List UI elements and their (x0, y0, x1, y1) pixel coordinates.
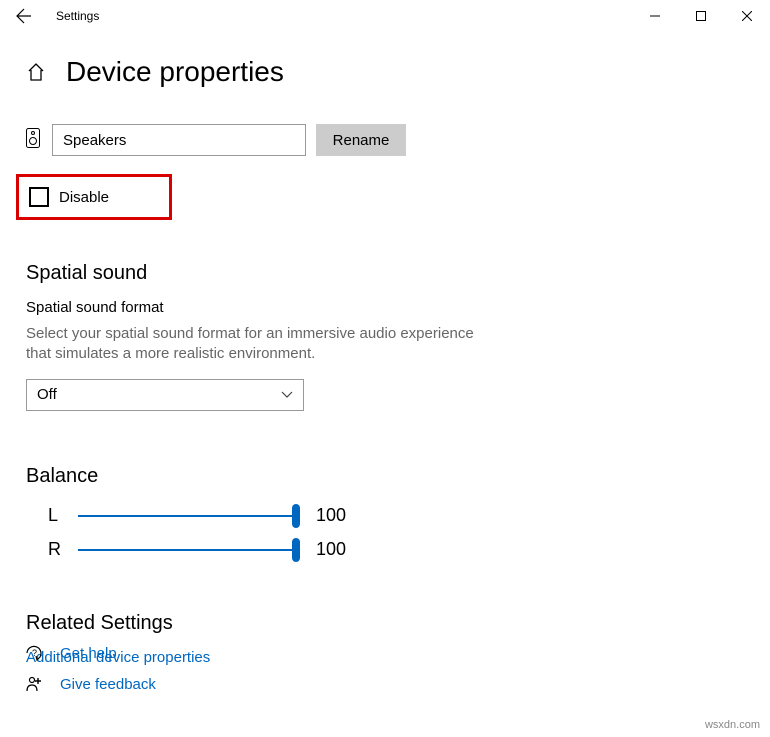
rename-button[interactable]: Rename (316, 124, 406, 156)
chevron-down-icon (281, 391, 293, 399)
balance-right-slider[interactable] (78, 538, 296, 562)
back-button[interactable] (14, 6, 34, 26)
minimize-icon (650, 11, 660, 21)
content: Device properties Rename Disable Spatial… (0, 32, 770, 666)
footer-links: ? Get help Give feedback (26, 645, 156, 707)
watermark: wsxdn.com (705, 719, 760, 731)
balance-heading: Balance (26, 465, 744, 488)
device-name-row: Rename (26, 124, 744, 156)
home-icon (27, 63, 45, 81)
balance-right-value: 100 (316, 539, 346, 560)
disable-highlight-box: Disable (16, 174, 172, 220)
balance-left-value: 100 (316, 505, 346, 526)
help-icon: ? (26, 645, 46, 662)
page-title: Device properties (66, 56, 284, 88)
close-icon (742, 11, 752, 21)
spatial-format-dropdown[interactable]: Off (26, 379, 304, 411)
svg-text:?: ? (32, 648, 37, 658)
balance-left-row: L 100 (48, 502, 744, 530)
balance-right-label: R (48, 539, 78, 560)
home-button[interactable] (26, 62, 46, 82)
window-controls (632, 0, 770, 32)
give-feedback-link[interactable]: Give feedback (26, 676, 156, 693)
balance-right-row: R 100 (48, 536, 744, 564)
maximize-icon (696, 11, 706, 21)
speaker-icon (26, 128, 42, 153)
spatial-heading: Spatial sound (26, 262, 744, 285)
balance-left-slider[interactable] (78, 504, 296, 528)
back-arrow-icon (16, 8, 32, 24)
app-name: Settings (56, 9, 99, 23)
minimize-button[interactable] (632, 0, 678, 32)
close-button[interactable] (724, 0, 770, 32)
spatial-description: Select your spatial sound format for an … (26, 324, 476, 365)
page-header: Device properties (26, 56, 744, 88)
disable-label: Disable (59, 189, 109, 206)
balance-section: Balance L 100 R 100 (26, 465, 744, 564)
device-name-input[interactable] (52, 124, 306, 156)
disable-checkbox[interactable] (29, 187, 49, 207)
titlebar: Settings (0, 0, 770, 32)
related-heading: Related Settings (26, 612, 744, 635)
feedback-icon (26, 676, 46, 693)
spatial-subheading: Spatial sound format (26, 299, 744, 316)
maximize-button[interactable] (678, 0, 724, 32)
dropdown-value: Off (37, 386, 57, 403)
balance-left-label: L (48, 505, 78, 526)
get-help-link[interactable]: ? Get help (26, 645, 156, 662)
